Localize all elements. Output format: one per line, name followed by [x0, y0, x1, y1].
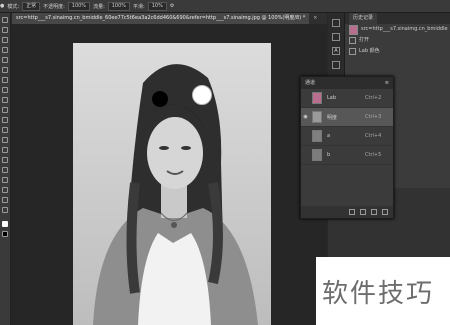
history-item[interactable]: 打开	[345, 35, 450, 46]
brush-cursor-black	[152, 91, 168, 107]
channel-shortcut: Ctrl+2	[365, 95, 382, 101]
channel-shortcut: Ctrl+4	[365, 133, 382, 139]
panel-menu-icon[interactable]: ≡	[385, 77, 393, 89]
character-panel-icon[interactable]: A	[332, 47, 340, 55]
document-tabs: src=http___s7.sinaimg.cn_bmiddle_60ee77c…	[12, 13, 327, 24]
load-selection-icon[interactable]	[349, 209, 355, 215]
foreground-color-swatch[interactable]	[2, 221, 8, 227]
save-selection-icon[interactable]	[360, 209, 366, 215]
channel-shortcut: Ctrl+3	[365, 114, 382, 120]
channels-panel-header: 通道 ≡	[301, 77, 393, 89]
channel-thumbnail	[312, 149, 322, 161]
brush-cursor-white	[192, 85, 212, 105]
tools-panel	[0, 13, 11, 325]
watermark-box: 软件技巧	[316, 257, 450, 325]
watermark-text: 软件技巧	[322, 279, 435, 309]
document-photo[interactable]	[73, 43, 271, 325]
history-snapshot[interactable]: src=http___s7.sinaimg.cn_bmiddle	[345, 24, 450, 35]
marquee-tool-icon[interactable]	[2, 27, 8, 33]
history-panel-icon[interactable]	[332, 19, 340, 27]
channel-thumbnail	[312, 92, 322, 104]
history-item[interactable]: Lab 颜色	[345, 46, 450, 57]
opacity-label: 不透明度:	[43, 3, 65, 10]
history-panel-header: 历史记录	[345, 13, 450, 24]
lasso-tool-icon[interactable]	[2, 37, 8, 43]
quick-select-tool-icon[interactable]	[2, 47, 8, 53]
crop-tool-icon[interactable]	[2, 57, 8, 63]
eraser-tool-icon[interactable]	[2, 117, 8, 123]
flow-label: 流量:	[93, 3, 105, 10]
zoom-tool-icon[interactable]	[2, 207, 8, 213]
document-icon	[349, 48, 356, 55]
flow-field[interactable]: 100%	[107, 1, 131, 11]
clone-stamp-tool-icon[interactable]	[2, 97, 8, 103]
channel-thumbnail	[312, 111, 322, 123]
snapshot-label: src=http___s7.sinaimg.cn_bmiddle	[361, 26, 448, 32]
close-tab-icon[interactable]: ×	[309, 13, 321, 24]
paragraph-panel-icon[interactable]	[332, 61, 340, 69]
path-select-tool-icon[interactable]	[2, 177, 8, 183]
brush-preset-icon[interactable]: ●	[0, 3, 4, 9]
eyedropper-tool-icon[interactable]	[2, 67, 8, 73]
history-item-label: 打开	[359, 37, 370, 43]
history-tab[interactable]: 历史记录	[349, 13, 378, 24]
background-color-swatch[interactable]	[2, 231, 8, 237]
properties-panel-icon[interactable]	[332, 33, 340, 41]
settings-gear-icon[interactable]: ⚙	[170, 3, 174, 9]
gradient-tool-icon[interactable]	[2, 127, 8, 133]
opacity-field[interactable]: 100%	[67, 1, 91, 11]
delete-channel-icon[interactable]	[382, 209, 388, 215]
channel-shortcut: Ctrl+5	[365, 152, 382, 158]
channel-name: b	[327, 152, 331, 158]
mode-label: 模式:	[7, 3, 20, 10]
snapshot-thumbnail	[349, 24, 358, 35]
channels-panel: 通道 ≡ Lab Ctrl+2 ◉ 明度 Ctrl+3 a Ctrl+4 b C…	[300, 76, 394, 219]
document-tab[interactable]: src=http___s7.sinaimg.cn_bmiddle_60ee77c…	[12, 13, 310, 24]
smoothing-field[interactable]: 10%	[147, 1, 167, 11]
healing-brush-tool-icon[interactable]	[2, 77, 8, 83]
pen-tool-icon[interactable]	[2, 157, 8, 163]
canvas-area[interactable]	[11, 25, 327, 325]
channel-row-lightness[interactable]: ◉ 明度 Ctrl+3	[301, 108, 393, 127]
visibility-eye-icon[interactable]: ◉	[301, 114, 310, 120]
options-bar: ● 模式: 正常 不透明度: 100% 流量: 100% 平滑: 10% ⚙	[0, 0, 450, 13]
blur-tool-icon[interactable]	[2, 137, 8, 143]
shape-tool-icon[interactable]	[2, 187, 8, 193]
history-brush-tool-icon[interactable]	[2, 107, 8, 113]
hand-tool-icon[interactable]	[2, 197, 8, 203]
dodge-tool-icon[interactable]	[2, 147, 8, 153]
channel-row-b[interactable]: b Ctrl+5	[301, 146, 393, 165]
move-tool-icon[interactable]	[2, 17, 8, 23]
new-channel-icon[interactable]	[371, 209, 377, 215]
channel-name: Lab	[327, 95, 337, 101]
mode-select[interactable]: 正常	[22, 1, 41, 11]
channel-row-a[interactable]: a Ctrl+4	[301, 127, 393, 146]
type-tool-icon[interactable]	[2, 167, 8, 173]
channel-thumbnail	[312, 130, 322, 142]
channel-name: 明度	[327, 114, 338, 121]
document-icon	[349, 37, 356, 44]
history-item-label: Lab 颜色	[359, 48, 380, 54]
channel-row-lab[interactable]: Lab Ctrl+2	[301, 89, 393, 108]
channels-panel-title[interactable]: 通道	[305, 77, 315, 89]
brush-tool-icon[interactable]	[2, 87, 8, 93]
channels-panel-footer	[301, 206, 393, 218]
channel-name: a	[327, 133, 331, 139]
smoothing-label: 平滑:	[133, 3, 145, 10]
